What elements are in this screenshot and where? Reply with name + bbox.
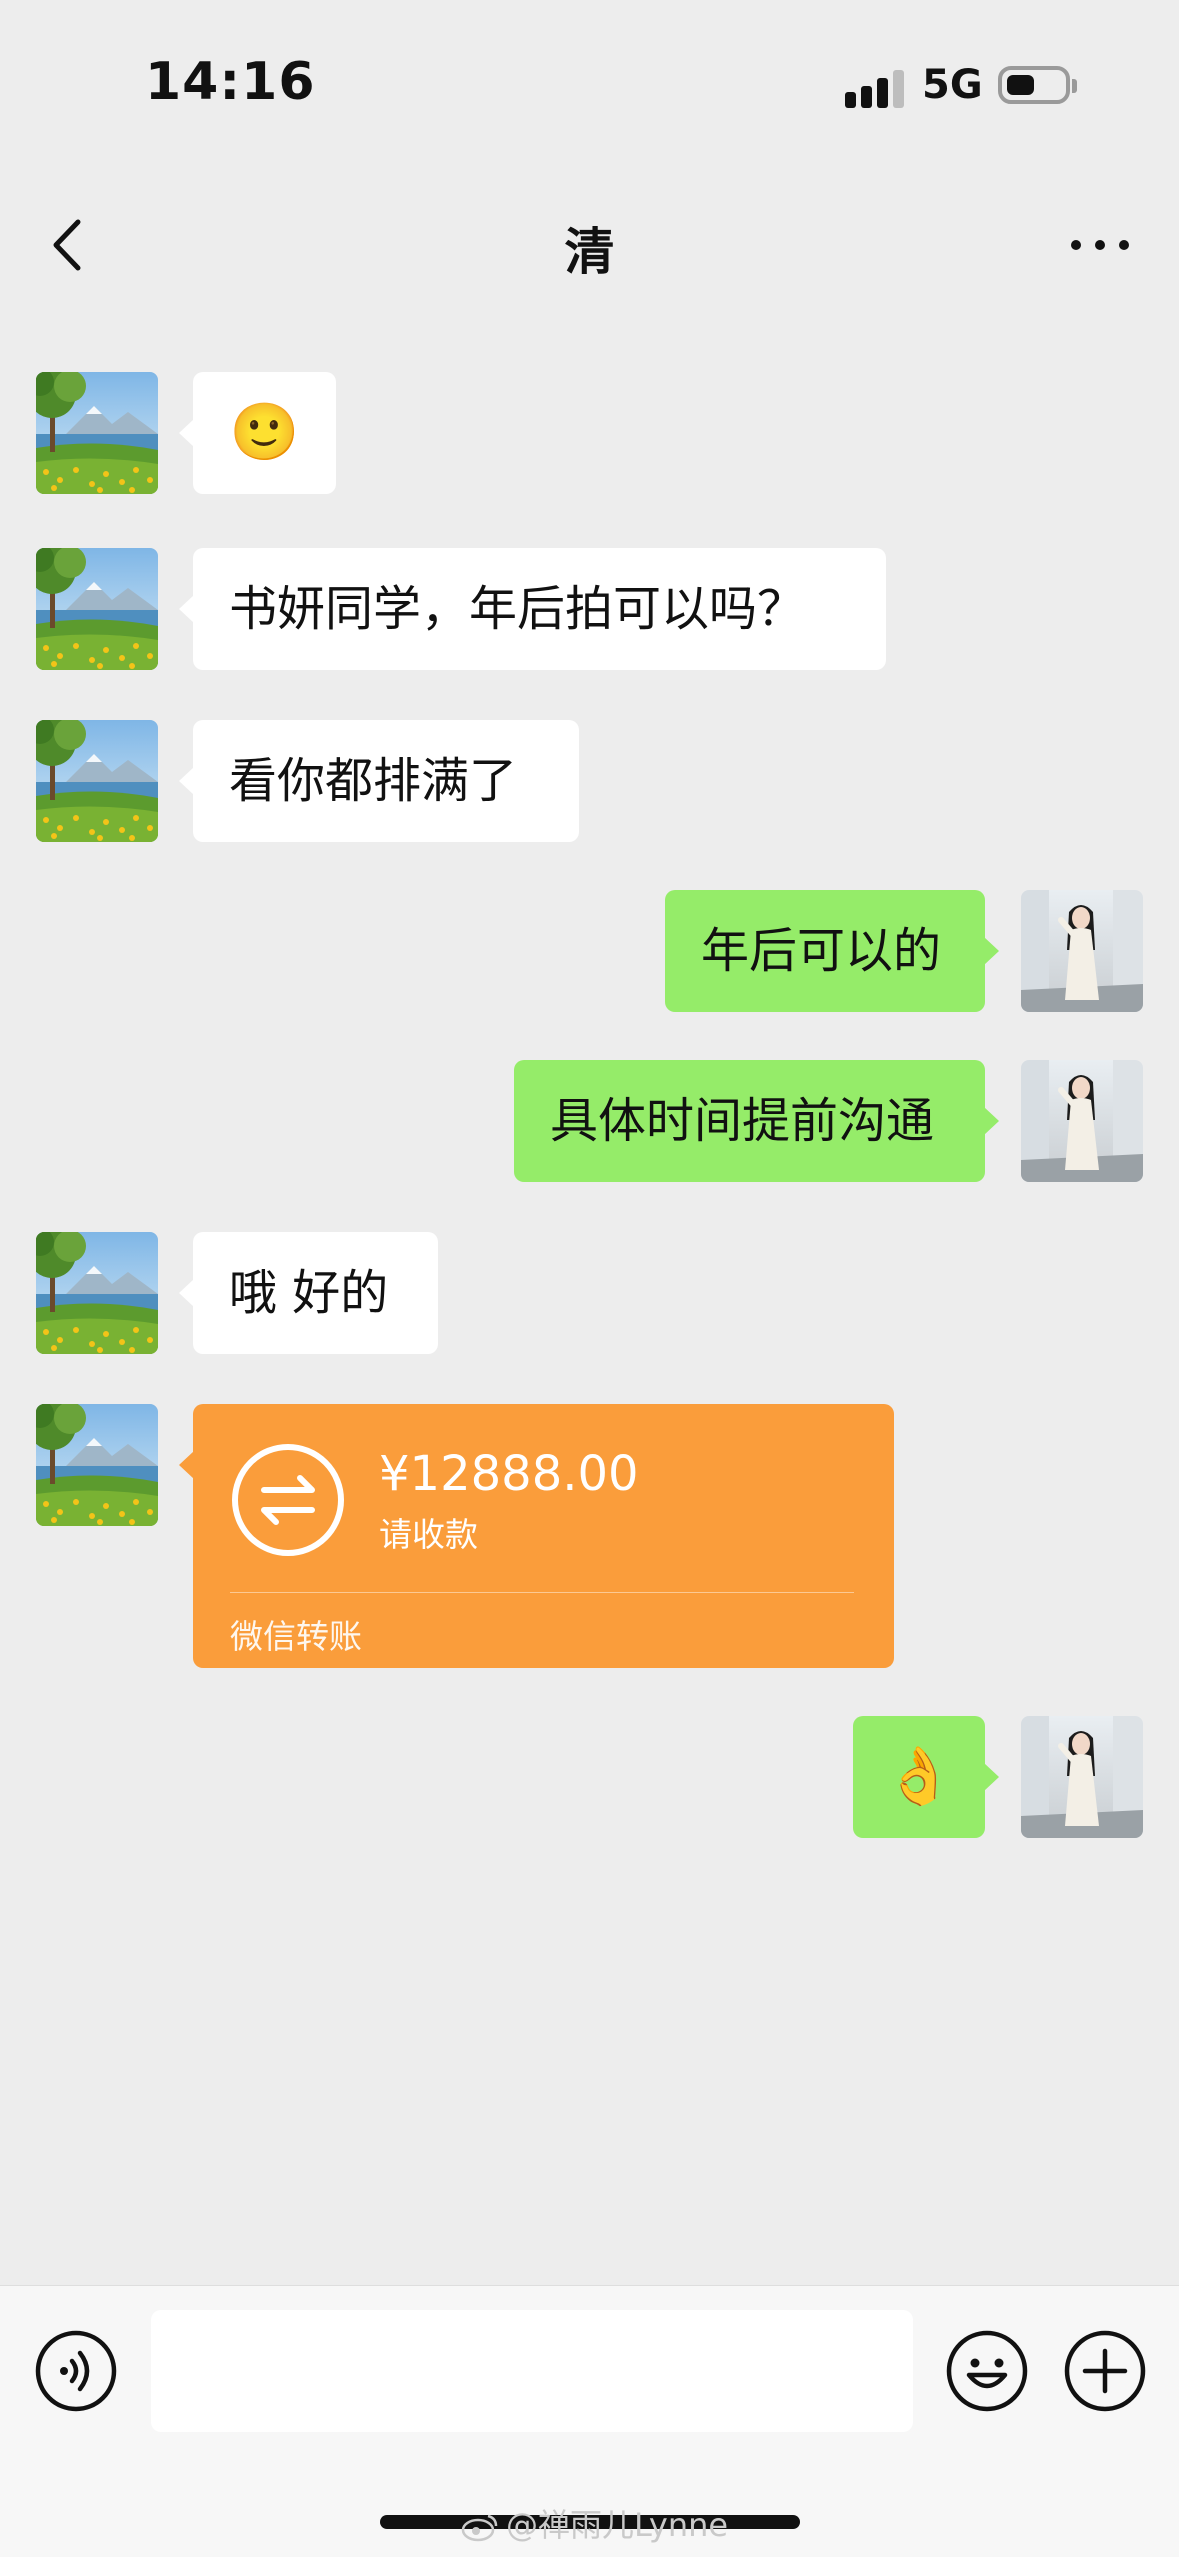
message-bubble[interactable]: 看你都排满了 <box>179 720 579 842</box>
message-bubble[interactable]: 年后可以的 <box>665 890 999 1012</box>
chat-title: 清 <box>564 223 615 281</box>
message-bubble[interactable]: 🙂 <box>179 372 336 494</box>
contact-avatar[interactable] <box>36 1404 158 1526</box>
contact-avatar[interactable] <box>36 720 158 842</box>
message-bubble[interactable]: 👌 <box>853 1716 999 1838</box>
plus-circle-icon[interactable] <box>1063 2329 1147 2413</box>
my-avatar[interactable] <box>1021 1060 1143 1182</box>
message-text: 具体时间提前沟通 <box>550 1093 935 1149</box>
weibo-logo-icon <box>461 2514 498 2542</box>
more-dots-icon[interactable] <box>1060 210 1140 280</box>
voice-icon[interactable] <box>34 2329 118 2413</box>
transfer-icon <box>232 1444 344 1556</box>
message-text: 书妍同学，年后拍可以吗？ <box>229 581 806 637</box>
network-type: 5G <box>922 62 983 108</box>
watermark-text: @禅雨儿Lynne <box>506 2506 729 2544</box>
ok-hand-emoji: 👌 <box>884 1744 954 1809</box>
my-avatar[interactable] <box>1021 1716 1143 1838</box>
status-bar: 14:16 5G <box>0 0 1179 170</box>
watermark: @禅雨儿Lynne <box>460 2500 728 2546</box>
transfer-label: 微信转账 <box>230 1617 362 1656</box>
status-time: 14:16 <box>145 52 316 112</box>
contact-avatar[interactable] <box>36 548 158 670</box>
message-bubble[interactable]: 书妍同学，年后拍可以吗？ <box>179 548 886 670</box>
transfer-amount: ¥12888.00 <box>379 1446 639 1502</box>
smiley-emoji: 🙂 <box>229 400 300 465</box>
message-bubble[interactable]: 具体时间提前沟通 <box>514 1060 999 1182</box>
battery-icon <box>998 66 1077 104</box>
contact-avatar[interactable] <box>36 1232 158 1354</box>
smiley-icon[interactable] <box>945 2329 1029 2413</box>
transfer-card[interactable]: ¥12888.00 请收款 微信转账 <box>179 1404 894 1668</box>
message-text: 哦 好的 <box>229 1265 389 1321</box>
chat-header: 清 <box>0 170 1179 320</box>
my-avatar[interactable] <box>1021 890 1143 1012</box>
message-bubble[interactable]: 哦 好的 <box>179 1232 438 1354</box>
message-text: 看你都排满了 <box>229 753 518 809</box>
contact-avatar[interactable] <box>36 372 158 494</box>
cellular-signal-icon <box>845 68 905 108</box>
message-input[interactable] <box>151 2310 913 2432</box>
transfer-description: 请收款 <box>379 1515 478 1554</box>
message-text: 年后可以的 <box>701 923 942 979</box>
divider <box>230 1592 854 1593</box>
